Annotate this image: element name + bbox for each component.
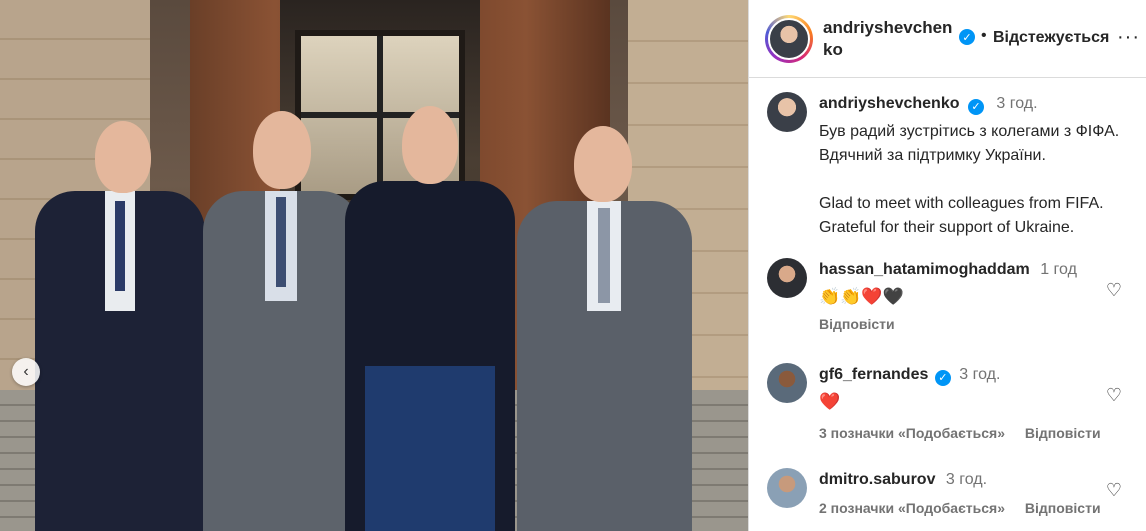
likes-count[interactable]: 3 позначки «Подобається» <box>819 425 1005 441</box>
person-2 <box>203 111 361 531</box>
person-3 <box>345 106 515 531</box>
comment-item: hassan_hatamimoghaddam 1 год 👏👏❤️🖤 Відпо… <box>767 258 1136 332</box>
avatar[interactable] <box>768 17 810 60</box>
comment-item: dmitro.saburov 3 год. 2 позначки «Подоба… <box>767 468 1136 516</box>
comment-username[interactable]: gf6_fernandes <box>819 366 928 383</box>
reply-button[interactable]: Відповісти <box>1025 425 1101 441</box>
comment-text: 👏👏❤️🖤 <box>819 287 904 306</box>
verified-badge-icon: ✓ <box>959 29 975 45</box>
more-options-icon[interactable]: ··· <box>1117 26 1140 49</box>
post-side-panel: andriyshevchenko ✓ • Відстежується ··· a… <box>748 0 1146 531</box>
heart-outline-icon[interactable]: ♡ <box>1106 385 1122 406</box>
comment-username[interactable]: dmitro.saburov <box>819 471 935 488</box>
likes-count[interactable]: 2 позначки «Подобається» <box>819 500 1005 516</box>
reply-button[interactable]: Відповісти <box>1025 500 1101 516</box>
verified-badge-icon: ✓ <box>934 370 951 386</box>
reply-button[interactable]: Відповісти <box>819 316 895 332</box>
comment-username[interactable]: hassan_hatamimoghaddam <box>819 261 1030 278</box>
avatar[interactable] <box>767 363 807 403</box>
following-button[interactable]: Відстежується <box>993 29 1109 47</box>
avatar[interactable] <box>767 92 807 132</box>
caption-time[interactable]: 3 год. <box>996 95 1037 112</box>
caption-username[interactable]: andriyshevchenko <box>819 95 960 112</box>
carousel-prev-button[interactable]: ‹ <box>12 358 40 386</box>
author-username[interactable]: andriyshevchenko <box>823 17 953 61</box>
comment-text: ❤️ <box>819 392 841 411</box>
separator-dot: • <box>981 27 987 44</box>
post-photo[interactable]: ‹ <box>0 0 748 531</box>
avatar[interactable] <box>767 468 807 508</box>
comment-time[interactable]: 3 год. <box>946 471 987 488</box>
person-4 <box>517 126 692 531</box>
person-1 <box>35 121 205 531</box>
author-avatar-ring[interactable] <box>765 14 813 63</box>
comment-time[interactable]: 3 год. <box>959 366 1000 383</box>
comment-item: gf6_fernandes ✓ 3 год. ❤️ 3 позначки «По… <box>767 363 1136 441</box>
heart-outline-icon[interactable]: ♡ <box>1106 480 1122 501</box>
post-caption: andriyshevchenko ✓ 3 год. Був радий зуст… <box>767 92 1136 240</box>
caption-text: Був радий зустрітись з колегами з ФІФА. … <box>819 123 1120 236</box>
verified-badge-icon: ✓ <box>967 99 984 115</box>
avatar[interactable] <box>767 258 807 298</box>
post-header: andriyshevchenko ✓ • Відстежується ··· <box>749 0 1146 78</box>
heart-outline-icon[interactable]: ♡ <box>1106 280 1122 301</box>
chevron-left-icon: ‹ <box>23 363 29 380</box>
comment-time[interactable]: 1 год <box>1040 261 1077 278</box>
